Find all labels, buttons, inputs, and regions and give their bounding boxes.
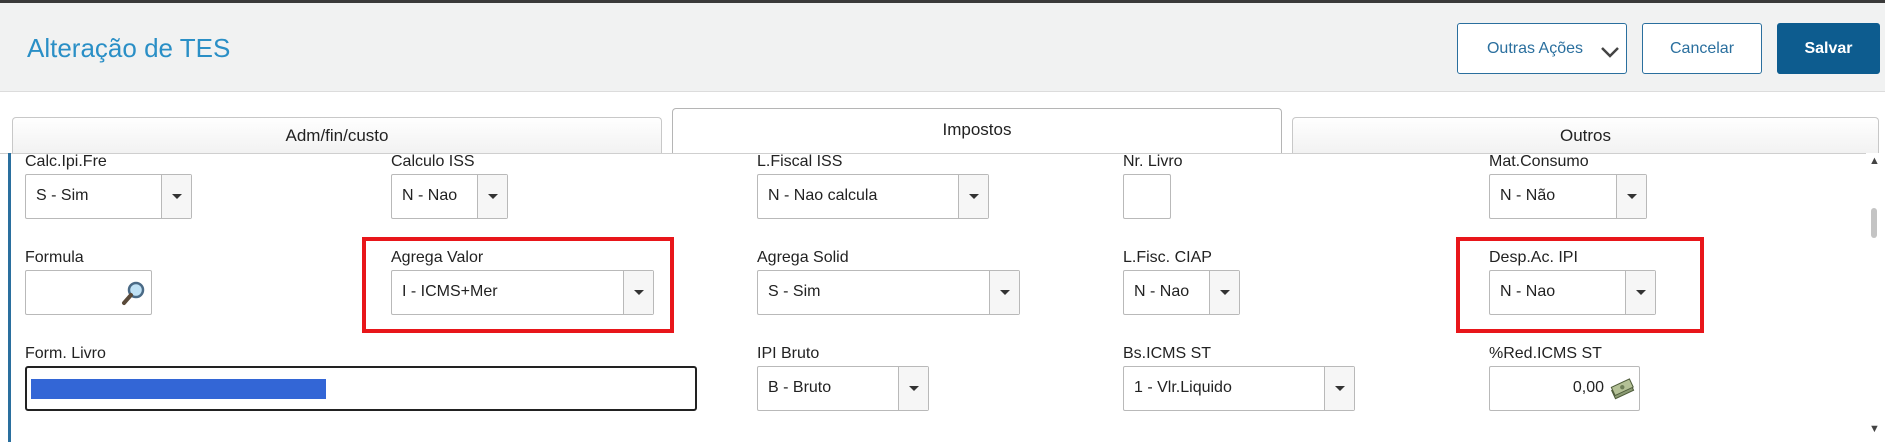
calc-ipi-fre-label: Calc.Ipi.Fre: [25, 153, 107, 170]
scroll-up-icon[interactable]: ▲: [1869, 155, 1880, 167]
dropdown-arrow-icon[interactable]: [1616, 175, 1646, 218]
scroll-down-icon[interactable]: ▼: [1869, 423, 1880, 435]
lfisc-ciap-select[interactable]: N - Nao: [1123, 270, 1240, 315]
tab-adm-fin-custo[interactable]: Adm/fin/custo: [12, 117, 662, 153]
tab-label: Impostos: [942, 120, 1012, 139]
bs-icms-st-label: Bs.ICMS ST: [1123, 345, 1212, 362]
select-value: N - Nao calcula: [768, 187, 878, 204]
lfiscal-iss-label: L.Fiscal ISS: [757, 153, 843, 170]
calculo-iss-select[interactable]: N - Nao: [391, 174, 508, 219]
scroll-thumb[interactable]: [1871, 208, 1877, 238]
select-value: 1 - Vlr.Liquido: [1134, 379, 1232, 396]
mat-consumo-label: Mat.Consumo: [1489, 153, 1589, 170]
calc-ipi-fre-select[interactable]: S - Sim: [25, 174, 192, 219]
dropdown-arrow-icon[interactable]: [1209, 271, 1239, 314]
select-value: B - Bruto: [768, 379, 832, 396]
highlight-box-agrega-valor: [362, 237, 674, 333]
select-value: N - Não: [1500, 187, 1556, 204]
tab-label: Outros: [1559, 126, 1612, 145]
form-livro-label: Form. Livro: [25, 345, 106, 362]
outras-acoes-label: Outras Ações: [1486, 39, 1584, 57]
chevron-down-icon: [1601, 47, 1619, 58]
lfisc-ciap-label: L.Fisc. CIAP: [1123, 249, 1212, 266]
formula-input[interactable]: [25, 270, 152, 315]
select-value: S - Sim: [36, 187, 89, 204]
highlight-box-desp-ac-ipi: [1456, 237, 1704, 333]
agrega-solid-select[interactable]: S - Sim: [757, 270, 1020, 315]
nr-livro-label: Nr. Livro: [1123, 153, 1183, 170]
tab-label: Adm/fin/custo: [285, 126, 389, 145]
page-header: Alteração de TES Outras Ações Cancelar S…: [0, 3, 1885, 92]
bs-icms-st-select[interactable]: 1 - Vlr.Liquido: [1123, 366, 1355, 411]
agrega-solid-label: Agrega Solid: [757, 249, 849, 266]
dropdown-arrow-icon[interactable]: [161, 175, 191, 218]
select-value: N - Nao: [1134, 283, 1190, 300]
mat-consumo-select[interactable]: N - Não: [1489, 174, 1647, 219]
select-value: N - Nao: [402, 187, 458, 204]
text-selection: [31, 379, 326, 399]
panel-left-accent: [8, 153, 11, 442]
input-value: 0,00: [1572, 379, 1604, 396]
tab-outros[interactable]: Outros: [1292, 117, 1879, 153]
search-icon[interactable]: [121, 280, 147, 306]
nr-livro-input[interactable]: [1123, 174, 1171, 219]
vertical-scrollbar[interactable]: ▲ ▼: [1866, 153, 1885, 442]
dropdown-arrow-icon[interactable]: [1324, 367, 1354, 410]
salvar-button[interactable]: Salvar: [1777, 23, 1880, 74]
tab-impostos[interactable]: Impostos: [672, 108, 1282, 153]
dropdown-arrow-icon[interactable]: [898, 367, 928, 410]
ipi-bruto-select[interactable]: B - Bruto: [757, 366, 929, 411]
red-icms-st-input[interactable]: 0,00: [1489, 366, 1640, 411]
select-value: S - Sim: [768, 283, 821, 300]
outras-acoes-button[interactable]: Outras Ações: [1457, 23, 1627, 74]
dropdown-arrow-icon[interactable]: [989, 271, 1019, 314]
cancelar-button[interactable]: Cancelar: [1642, 23, 1762, 74]
dropdown-arrow-icon[interactable]: [958, 175, 988, 218]
ipi-bruto-label: IPI Bruto: [757, 345, 820, 362]
page-title: Alteração de TES: [27, 33, 231, 63]
calculo-iss-label: Calculo ISS: [391, 153, 475, 170]
lfiscal-iss-select[interactable]: N - Nao calcula: [757, 174, 989, 219]
money-icon[interactable]: [1609, 378, 1635, 400]
form-livro-input[interactable]: [25, 366, 697, 411]
dropdown-arrow-icon[interactable]: [477, 175, 507, 218]
red-icms-st-label: %Red.ICMS ST: [1489, 345, 1602, 362]
formula-label: Formula: [25, 249, 84, 266]
